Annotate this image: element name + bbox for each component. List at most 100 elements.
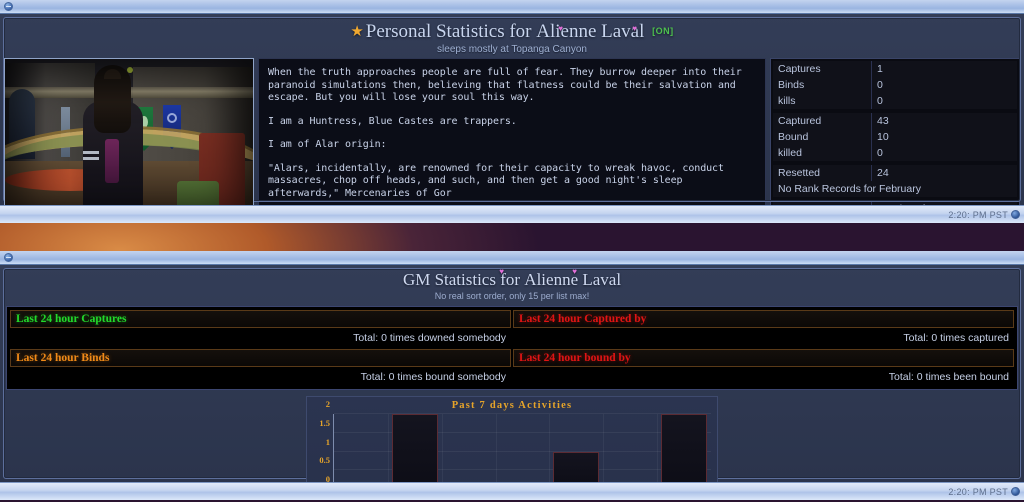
table-row: Bound 10 — [773, 129, 1017, 145]
gm-list-heading: Last 24 hour Captured by — [513, 310, 1014, 328]
chart-bar-column — [603, 414, 657, 482]
gm-list-total: Total: 0 times bound somebody — [9, 368, 512, 387]
gm-list-total: Total: 0 times been bound — [512, 368, 1015, 387]
scene-vignette — [5, 59, 253, 205]
window1-titlebar[interactable] — [0, 0, 1024, 14]
chart-bar[interactable] — [661, 414, 708, 482]
chart-y-tick: 2 — [325, 399, 330, 409]
profile-row: When the truth approaches people are ful… — [0, 55, 1024, 205]
gm-player-name-wrapper: ♥ ♥ Alienne Laval — [499, 267, 621, 289]
bio-panel: When the truth approaches people are ful… — [258, 58, 766, 205]
stats-panel: Captures 1 Binds 0 kills 0 Captured 43 B… — [770, 58, 1020, 205]
window2-content: GM Statistics for ♥ ♥ Alienne Laval No r… — [0, 265, 1024, 482]
stat-key: Captured — [773, 113, 872, 129]
network-status-icon[interactable] — [1011, 210, 1020, 219]
table-row: Captured 43 — [773, 113, 1017, 129]
table-row: Captures 1 — [773, 61, 1017, 77]
stat-value: 43 — [871, 113, 1017, 129]
heart-icon-3: ♥ — [499, 267, 505, 276]
gm-lists-grid: Last 24 hour Captures Total: 0 times dow… — [6, 306, 1018, 390]
stat-key: Bound — [773, 129, 872, 145]
chart-plot-area: 0 0.5 1 1.5 2 — [319, 399, 711, 482]
chart-y-tick: 1 — [325, 436, 330, 447]
chart-bar[interactable] — [391, 414, 438, 482]
avatar-scene — [5, 59, 253, 205]
player-name-wrapper: ♥ ♥ Alienne Laval — [536, 21, 649, 42]
heart-icon-1: ♥ — [558, 24, 563, 33]
browser-icon — [4, 2, 13, 11]
stat-key: killed — [773, 145, 872, 161]
gm-list-heading: Last 24 hour Captures — [10, 310, 511, 328]
chart-bars — [334, 414, 711, 482]
stat-key: Resetted — [773, 165, 872, 181]
stat-key: Binds — [773, 77, 872, 93]
gm-statistics-window: GM Statistics for ♥ ♥ Alienne Laval No r… — [0, 251, 1024, 500]
gm-header: GM Statistics for ♥ ♥ Alienne Laval No r… — [0, 265, 1024, 301]
personal-statistics-window: ★ Personal Statistics for ♥ ♥ Alienne Lav… — [0, 0, 1024, 223]
gm-list-binds: Last 24 hour Binds Total: 0 times bound … — [9, 348, 512, 387]
table-row: Binds 0 — [773, 77, 1017, 93]
window1-content: ★ Personal Statistics for ♥ ♥ Alienne Lav… — [0, 14, 1024, 205]
clock: 2:20: PM PST — [948, 209, 1008, 220]
stat-value: 10 — [871, 129, 1017, 145]
bio-paragraph: "Alars, incidentally, are renowned for t… — [268, 162, 724, 199]
clock: 2:20: PM PST — [948, 486, 1008, 497]
browser-icon — [4, 253, 13, 262]
gm-list-heading: Last 24 hour bound by — [513, 349, 1014, 367]
gm-list-total: Total: 0 times downed somebody — [9, 329, 512, 348]
stat-key: kills — [773, 93, 872, 109]
page-title-prefix: Personal Statistics for — [365, 21, 532, 42]
chart-bar-column — [549, 414, 603, 482]
stats-table: Captures 1 Binds 0 kills 0 Captured 43 B… — [773, 61, 1017, 205]
chart-bar-column — [657, 414, 711, 482]
gm-list-bound-by: Last 24 hour bound by Total: 0 times bee… — [512, 348, 1015, 387]
chart-y-tick: 0 — [325, 474, 330, 482]
chart-y-tick: 0.5 — [319, 455, 330, 466]
chart-bar-column — [496, 414, 550, 482]
activities-chart: Past 7 days Activities 00.511.52 Fri 5 M… — [306, 396, 718, 482]
stat-value: 0 — [871, 77, 1017, 93]
heart-icon-2: ♥ — [632, 24, 637, 33]
chart-bar-column — [442, 414, 496, 482]
stat-value: 0 — [871, 93, 1017, 109]
gm-list-captured-by: Last 24 hour Captured by Total: 0 times … — [512, 309, 1015, 348]
gm-list-heading: Last 24 hour Binds — [10, 349, 511, 367]
stat-value: 24 — [871, 165, 1017, 181]
gm-page-title: GM Statistics for ♥ ♥ Alienne Laval — [0, 267, 1024, 290]
gm-list-total: Total: 0 times captured — [512, 329, 1015, 348]
stat-key: Captures — [773, 61, 872, 77]
chart-title: Past 7 days Activities — [451, 400, 573, 411]
chart-bar[interactable] — [553, 451, 600, 482]
stat-value-last-seen: Jungles of Gor 1 day ago — [871, 201, 1017, 205]
bio-paragraph: I am a Huntress, Blue Castes are trapper… — [268, 115, 517, 127]
player-name: Alienne Laval — [536, 21, 645, 42]
network-status-icon[interactable] — [1011, 487, 1020, 496]
star-icon: ★ — [350, 24, 364, 40]
table-row: No Rank Records for February — [773, 181, 1017, 197]
chart-bar-column — [388, 414, 442, 482]
no-rank-notice: No Rank Records for February — [773, 181, 1017, 197]
status-badge-online: [ON] — [652, 26, 674, 36]
bio-paragraph: I am of Alar origin: — [268, 139, 387, 150]
chart-y-tick: 1.5 — [319, 417, 330, 428]
stat-key-last-seen: Last Seen in — [773, 201, 872, 205]
stat-value: 0 — [871, 145, 1017, 161]
table-row: kills 0 — [773, 93, 1017, 109]
table-row: killed 0 — [773, 145, 1017, 161]
chart-bar-column — [334, 414, 388, 482]
page-title: ★ Personal Statistics for ♥ ♥ Alienne Lav… — [0, 20, 1024, 43]
bio-paragraph: When the truth approaches people are ful… — [268, 67, 742, 103]
window2-statusbar: 2:20: PM PST — [0, 482, 1024, 500]
gm-page-subtitle: No real sort order, only 15 per list max… — [434, 291, 590, 301]
table-row: Last Seen in Jungles of Gor 1 day ago — [773, 201, 1017, 205]
window2-titlebar[interactable] — [0, 251, 1024, 265]
avatar[interactable] — [4, 58, 254, 205]
page-subtitle: sleeps mostly at Topanga Canyon — [437, 44, 587, 55]
stat-value: 1 — [871, 61, 1017, 77]
table-row: Resetted 24 — [773, 165, 1017, 181]
personal-header: ★ Personal Statistics for ♥ ♥ Alienne Lav… — [0, 14, 1024, 55]
gm-list-captures: Last 24 hour Captures Total: 0 times dow… — [9, 309, 512, 348]
window1-statusbar: 2:20: PM PST — [0, 205, 1024, 223]
last-seen-place: Jungles of Gor — [877, 203, 1012, 205]
heart-icon-4: ♥ — [572, 267, 578, 276]
